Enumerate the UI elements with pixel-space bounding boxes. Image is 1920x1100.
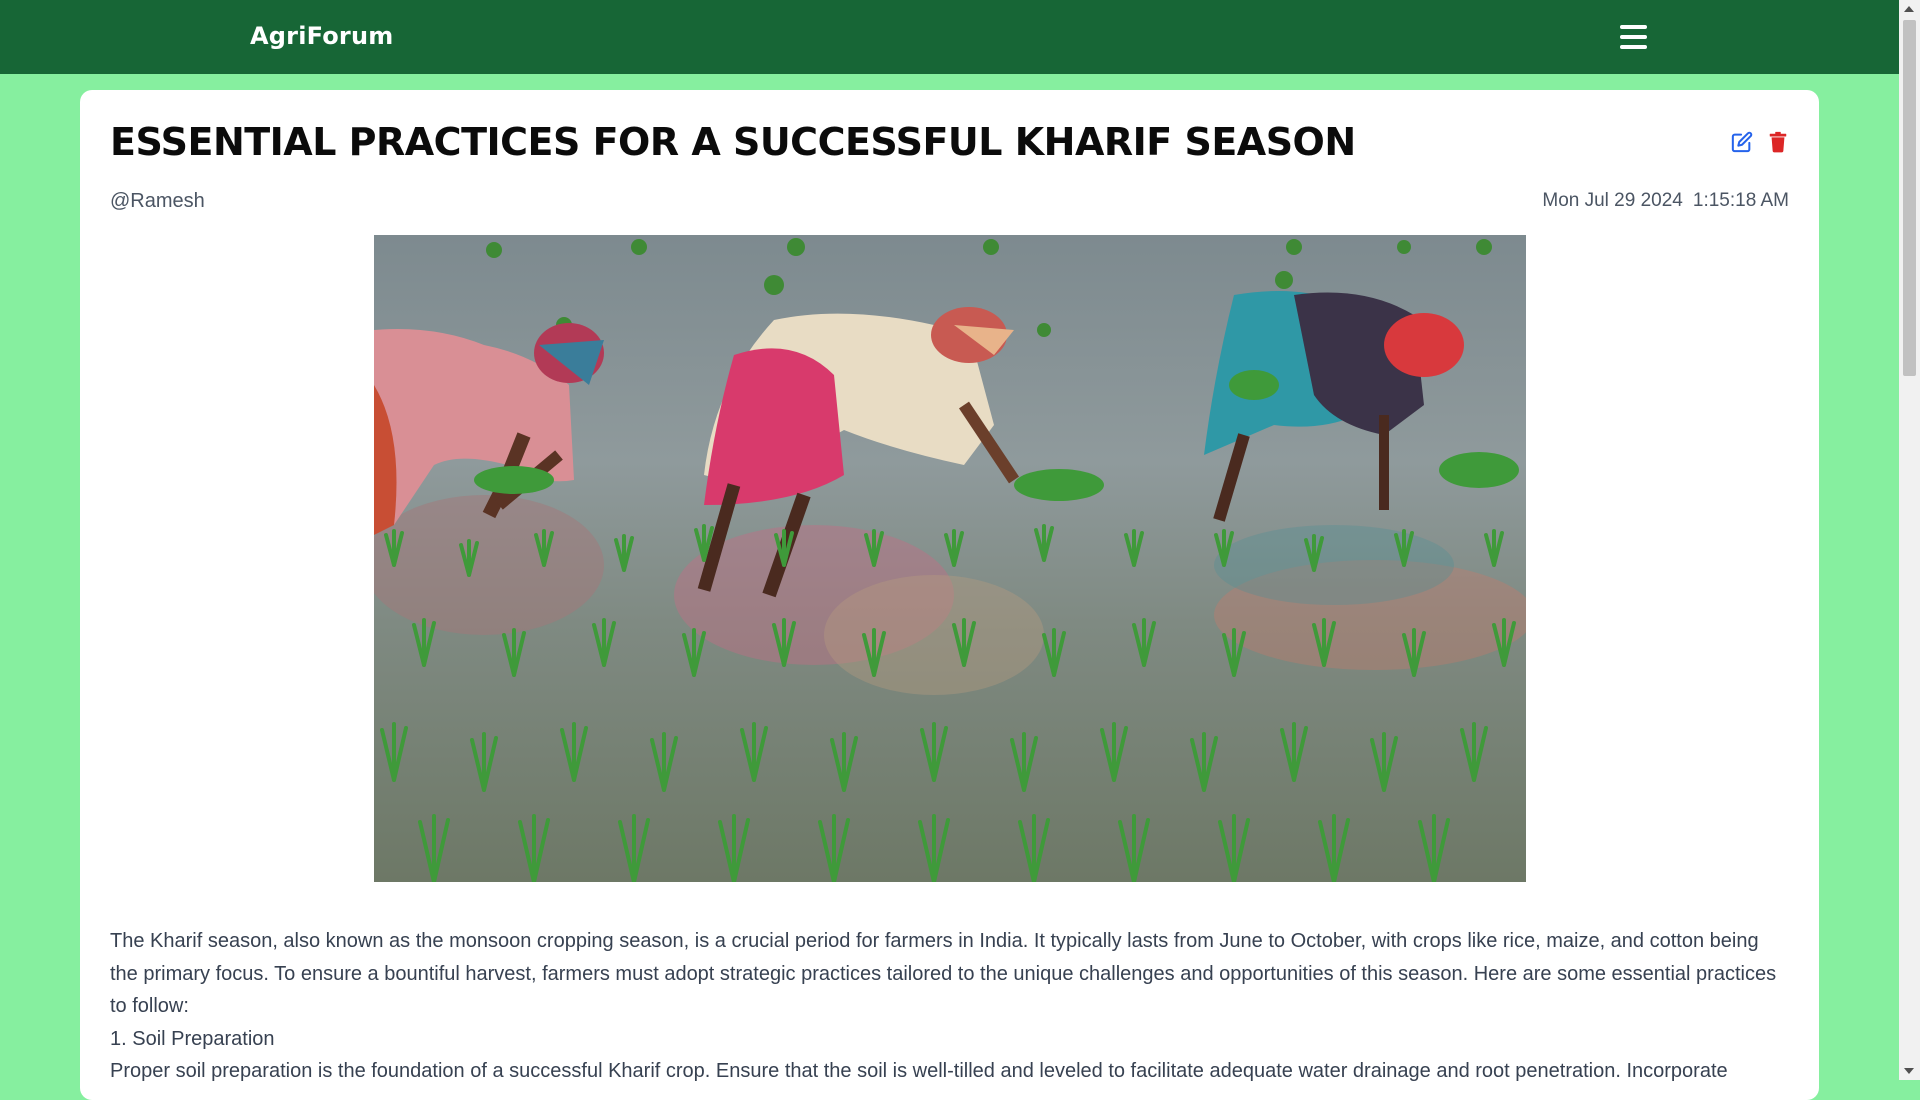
scroll-up-icon[interactable] [1904, 6, 1914, 12]
post-section-heading: 1. Soil Preparation [110, 1027, 275, 1050]
post-actions [1731, 130, 1789, 154]
post-paragraph: The Kharif season, also known as the mon… [110, 930, 1777, 1017]
hamburger-menu-icon[interactable] [1620, 25, 1647, 49]
brand-logo[interactable]: AgriForum [250, 22, 393, 50]
edit-icon[interactable] [1731, 130, 1753, 154]
post-author[interactable]: @Ramesh [110, 190, 205, 213]
post-timestamp: Mon Jul 29 2024 1:15:18 AM [1542, 190, 1789, 212]
post-time: 1:15:18 AM [1692, 190, 1789, 211]
post-card: ESSENTIAL PRACTICES FOR A SUCCESSFUL KHA… [80, 90, 1819, 1100]
scroll-down-icon[interactable] [1904, 1068, 1914, 1074]
post-title: ESSENTIAL PRACTICES FOR A SUCCESSFUL KHA… [110, 120, 1356, 164]
post-image [374, 235, 1526, 882]
vertical-scrollbar[interactable] [1899, 0, 1920, 1080]
post-body: The Kharif season, also known as the mon… [110, 925, 1790, 1088]
scrollbar-thumb[interactable] [1903, 20, 1916, 376]
post-paragraph: Proper soil preparation is the foundatio… [110, 1060, 1728, 1082]
top-navbar: AgriForum [0, 0, 1899, 74]
trash-icon[interactable] [1767, 130, 1789, 154]
rice-paddy-photo [374, 235, 1526, 882]
post-date: Mon Jul 29 2024 [1542, 190, 1683, 211]
